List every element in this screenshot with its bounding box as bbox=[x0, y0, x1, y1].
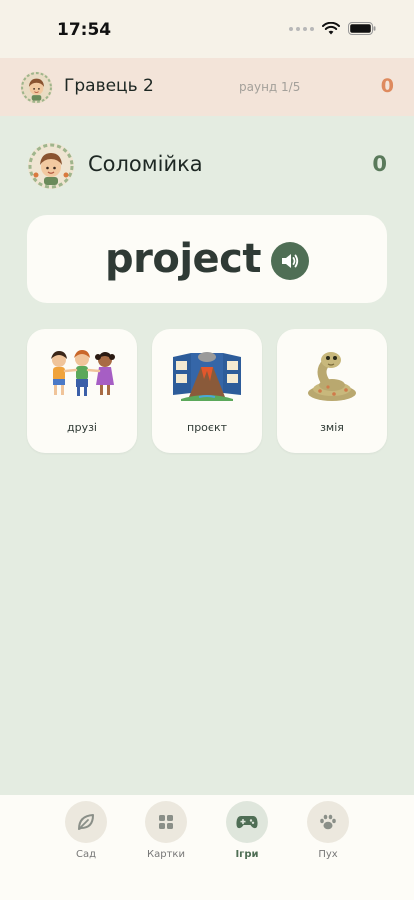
bottom-tab-bar: Сад Картки Ігри Пух bbox=[0, 795, 414, 900]
option-label: проєкт bbox=[187, 421, 227, 434]
grid-icon bbox=[159, 815, 173, 829]
snake-illustration bbox=[308, 352, 356, 401]
status-time: 17:54 bbox=[57, 20, 112, 40]
friends-illustration bbox=[51, 350, 115, 396]
answer-options: друзі проєкт змія bbox=[27, 329, 387, 453]
opponent-score: 0 bbox=[380, 75, 394, 97]
play-sound-button[interactable] bbox=[271, 241, 309, 280]
battery-icon bbox=[348, 22, 376, 35]
player-avatar bbox=[28, 143, 74, 189]
tab-cards[interactable]: Картки bbox=[126, 801, 206, 860]
tab-label: Пух bbox=[318, 849, 338, 860]
player-name: Соломійка bbox=[88, 152, 203, 176]
player-score: 0 bbox=[372, 152, 387, 176]
tab-label: Ігри bbox=[235, 849, 259, 860]
tab-games[interactable]: Ігри bbox=[207, 801, 287, 860]
option-card-snake[interactable]: змія bbox=[277, 329, 387, 453]
wifi-icon bbox=[322, 22, 340, 35]
tab-pet[interactable]: Пух bbox=[288, 801, 368, 860]
volcano-project-illustration bbox=[173, 352, 241, 401]
tab-label: Сад bbox=[75, 849, 97, 860]
round-indicator: раунд 1/5 bbox=[239, 80, 301, 94]
tab-garden[interactable]: Сад bbox=[46, 801, 126, 860]
tab-label: Картки bbox=[147, 849, 185, 860]
gamepad-icon bbox=[236, 816, 258, 829]
option-label: змія bbox=[320, 421, 344, 434]
opponent-avatar bbox=[20, 71, 53, 104]
status-bar: 17:54 bbox=[0, 0, 414, 58]
leaf-icon bbox=[78, 814, 94, 830]
opponent-bar: Гравець 2 раунд 1/5 0 bbox=[0, 58, 414, 116]
option-label: друзі bbox=[66, 421, 97, 434]
option-card-project[interactable]: проєкт bbox=[152, 329, 262, 453]
signal-dots-icon bbox=[289, 26, 314, 31]
option-card-friends[interactable]: друзі bbox=[27, 329, 137, 453]
target-word: project bbox=[104, 236, 262, 282]
word-card: project bbox=[27, 215, 387, 303]
opponent-name: Гравець 2 bbox=[64, 76, 154, 96]
status-icons bbox=[289, 22, 376, 35]
speaker-icon bbox=[282, 253, 299, 268]
player-row: Соломійка 0 bbox=[0, 140, 414, 190]
paw-icon bbox=[320, 814, 336, 830]
